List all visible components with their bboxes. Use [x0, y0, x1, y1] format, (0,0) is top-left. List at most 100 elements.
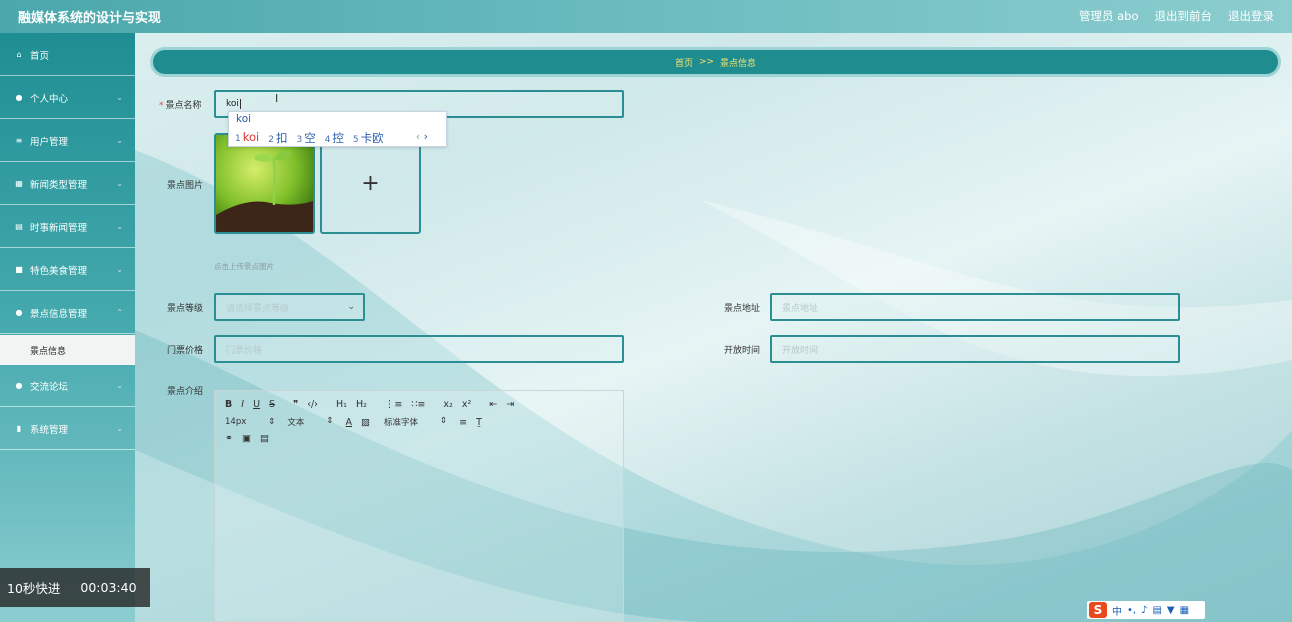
underline-icon[interactable]: U: [253, 399, 260, 410]
chevron-down-icon: ⌄: [116, 136, 123, 145]
align-icon[interactable]: ≡: [459, 417, 467, 428]
briefcase-icon: ■: [15, 265, 23, 274]
sidebar-item-personal-center[interactable]: ● 个人中心 ⌄: [0, 77, 135, 119]
sidebar-item-news-type[interactable]: ▦ 新闻类型管理 ⌄: [0, 163, 135, 205]
ime-candidate[interactable]: 4控: [325, 130, 344, 146]
open-time-label: 开放时间: [724, 346, 761, 356]
sidebar-item-home[interactable]: ⌂ 首页: [0, 34, 135, 76]
price-input[interactable]: 门票价格: [214, 335, 624, 363]
exit-to-front-link[interactable]: 退出到前台: [1155, 8, 1213, 24]
chevron-down-icon: ⌄: [116, 381, 123, 390]
ime-candidate[interactable]: 1 koi: [235, 130, 259, 146]
video-time: 00:03:40: [80, 580, 137, 595]
sidebar-item-label: 用户管理: [30, 136, 69, 148]
sidebar-item-label: 交流论坛: [30, 381, 69, 393]
strikethrough-icon[interactable]: S: [269, 399, 275, 410]
ime-candidate[interactable]: 2扣: [268, 130, 287, 146]
link-icon[interactable]: ⚭: [225, 433, 233, 444]
image-upload-hint: 点击上传景点图片: [214, 262, 274, 271]
address-input[interactable]: 景点地址: [770, 293, 1180, 321]
bullet-list-icon[interactable]: ∷≡: [411, 399, 425, 410]
ime-candidate-window: koi 1 koi 2扣 3空 4控 5 卡欧 ‹ ›: [228, 111, 447, 147]
fast-forward-label: 10秒快进: [7, 581, 61, 596]
superscript-icon[interactable]: x²: [462, 399, 471, 410]
ime-prev-icon[interactable]: ‹: [416, 130, 420, 143]
grade-select[interactable]: 请选择景点等级 ⌄: [214, 293, 365, 321]
breadcrumb-current: 景点信息: [720, 58, 757, 69]
app-title: 融媒体系统的设计与实现: [18, 11, 162, 26]
grade-label: 景点等级: [167, 304, 204, 314]
sidebar-item-label: 景点信息管理: [30, 308, 88, 320]
punctuation-icon[interactable]: •,: [1127, 605, 1136, 616]
font-color-icon[interactable]: A: [346, 417, 353, 428]
chevron-down-icon: ⌄: [116, 222, 123, 231]
sogou-logo-icon: S: [1089, 602, 1107, 618]
grid-icon: ▦: [15, 179, 23, 188]
plus-icon: +: [361, 171, 380, 196]
font-size-select[interactable]: 14px ⇕: [225, 417, 275, 427]
chevron-down-icon: ⌄: [116, 179, 123, 188]
skin-icon[interactable]: ▼: [1167, 605, 1175, 616]
rich-text-editor[interactable]: B I U S ❞ ‹/› H₁ H₂ ⋮≡ ∷≡ x₂ x² ⇤ ⇥ 14px…: [214, 390, 624, 622]
table-icon: ▤: [15, 222, 23, 231]
admin-user[interactable]: 管理员 abo: [1079, 8, 1139, 24]
sliders-icon: ≡: [15, 136, 23, 145]
video-icon[interactable]: ▤: [260, 433, 269, 444]
background-color-icon[interactable]: ▨: [361, 417, 370, 428]
ime-language-indicator[interactable]: 中: [1112, 603, 1122, 618]
italic-icon[interactable]: I: [241, 399, 244, 410]
home-icon: ⌂: [16, 50, 22, 59]
clear-format-icon[interactable]: Ṯ: [476, 417, 482, 428]
quote-icon[interactable]: ❞: [293, 399, 298, 410]
ime-next-icon[interactable]: ›: [424, 130, 428, 143]
keyboard-icon[interactable]: ▤: [1152, 605, 1161, 616]
sidebar-item-current-news[interactable]: ▤ 时事新闻管理 ⌄: [0, 206, 135, 248]
image-icon[interactable]: ▣: [242, 433, 251, 444]
outdent-icon[interactable]: ⇤: [489, 399, 497, 410]
text-type-select[interactable]: 文本 ⇕: [287, 416, 333, 428]
sidebar-item-forum[interactable]: ● 交流论坛 ⌄: [0, 365, 135, 407]
subscript-icon[interactable]: x₂: [443, 399, 452, 410]
ordered-list-icon[interactable]: ⋮≡: [385, 399, 402, 410]
user-icon: ●: [15, 93, 23, 102]
sidebar-item-scenic-management[interactable]: ● 景点信息管理 ⌃: [0, 292, 135, 334]
top-bar: 融媒体系统的设计与实现 管理员 abo 退出到前台 退出登录: [0, 0, 1292, 33]
bold-icon[interactable]: B: [225, 399, 232, 410]
price-label: 门票价格: [167, 346, 204, 356]
sidebar-item-label: 首页: [30, 50, 50, 62]
font-family-select[interactable]: 标准字体 ⇕: [384, 416, 447, 428]
chevron-down-icon: ⌄: [116, 265, 123, 274]
toolbox-icon[interactable]: ▦: [1180, 605, 1189, 616]
ime-status-bar[interactable]: S 中 •, ♪ ▤ ▼ ▦: [1087, 601, 1205, 619]
chevron-down-icon: ⌄: [116, 93, 123, 102]
logout-link[interactable]: 退出登录: [1228, 8, 1274, 24]
sidebar-item-label: 时事新闻管理: [30, 222, 88, 234]
image-label: 景点图片: [167, 181, 204, 191]
sidebar-item-system[interactable]: ▮ 系统管理 ⌄: [0, 408, 135, 450]
code-icon[interactable]: ‹/›: [307, 399, 318, 410]
heading1-icon[interactable]: H₁: [336, 399, 347, 410]
address-label: 景点地址: [724, 304, 761, 314]
ime-composition: koi: [236, 113, 252, 125]
microphone-icon[interactable]: ♪: [1141, 605, 1147, 616]
ime-candidate[interactable]: 5 卡欧: [353, 130, 384, 146]
clipboard-icon: ▮: [16, 424, 22, 433]
open-time-input[interactable]: 开放时间: [770, 335, 1180, 363]
breadcrumb-home[interactable]: 首页: [675, 56, 693, 69]
sidebar-subitem-scenic-info[interactable]: 景点信息: [0, 335, 135, 365]
sidebar: ⌂ 首页 ● 个人中心 ⌄ ≡ 用户管理 ⌄ ▦ 新闻类型管理 ⌄ ▤ 时事新闻…: [0, 33, 135, 622]
sidebar-item-label: 新闻类型管理: [30, 179, 88, 191]
indent-icon[interactable]: ⇥: [506, 399, 514, 410]
pin-icon: ●: [15, 381, 23, 390]
name-label: * 景点名称: [159, 101, 202, 111]
upload-image-button[interactable]: +: [320, 133, 421, 234]
intro-label: 景点介绍: [167, 387, 204, 397]
ime-candidate[interactable]: 3空: [296, 130, 315, 146]
chevron-down-icon: ⌄: [347, 302, 355, 312]
chevron-up-icon: ⌃: [116, 308, 123, 317]
sidebar-item-food[interactable]: ■ 特色美食管理 ⌄: [0, 249, 135, 291]
chevron-down-icon: ⌄: [116, 424, 123, 433]
sidebar-item-user-management[interactable]: ≡ 用户管理 ⌄: [0, 120, 135, 162]
heading2-icon[interactable]: H₂: [356, 399, 367, 410]
uploaded-image-thumbnail[interactable]: [214, 133, 315, 234]
